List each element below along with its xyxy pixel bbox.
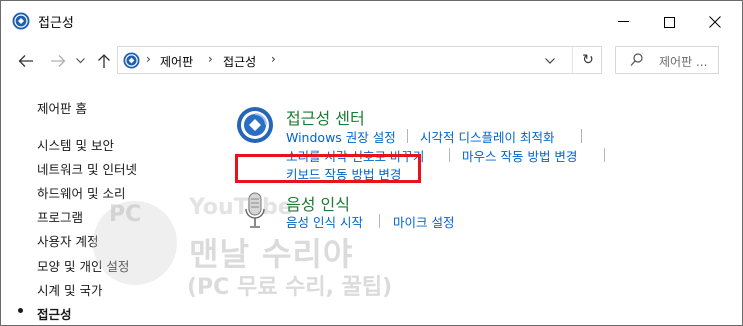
link-optimize-display[interactable]: 시각적 디스플레이 최적화 [420,127,554,146]
sidebar-item-network-internet[interactable]: 네트워크 및 인터넷 [37,159,137,178]
up-arrow-icon [98,54,110,68]
link-separator [581,129,582,143]
sidebar: 제어판 홈 시스템 및 보안 네트워크 및 인터넷 하드웨어 및 소리 프로그램… [1,81,221,325]
link-separator [604,148,605,162]
up-button[interactable] [93,51,115,71]
link-windows-recommended[interactable]: Windows 권장 설정 [286,127,396,146]
close-icon [709,16,721,28]
chevron-down-icon [545,58,555,64]
divider [572,47,573,73]
ease-of-access-center-icon[interactable] [235,105,275,145]
recent-locations-button[interactable] [73,51,87,71]
close-button[interactable] [692,5,738,39]
address-bar[interactable]: › 제어판 › 접근성 › ↻ [117,46,602,74]
control-panel-icon [123,52,140,69]
breadcrumb-control-panel[interactable]: 제어판 [160,53,193,70]
forward-arrow-icon [51,55,66,67]
sidebar-home-link[interactable]: 제어판 홈 [37,98,87,117]
link-start-speech-recognition[interactable]: 음성 인식 시작 [286,212,363,231]
refresh-button[interactable]: ↻ [578,51,598,69]
link-change-mouse[interactable]: 마우스 작동 방법 변경 [462,146,577,165]
maximize-button[interactable] [646,5,692,39]
forward-button[interactable] [47,51,69,71]
minimize-icon [617,21,629,22]
link-separator [379,214,380,228]
search-icon [630,53,643,66]
back-button[interactable] [15,51,37,71]
link-separator [407,129,408,143]
accessibility-app-icon [12,12,30,30]
link-separator [449,148,450,162]
window-title: 접근성 [38,16,74,31]
chevron-down-icon [75,58,85,64]
highlight-annotation-box [235,154,421,183]
current-item-bullet [18,308,23,313]
search-box[interactable]: 제어판 ... [615,46,719,74]
back-arrow-icon [18,55,33,67]
breadcrumb-accessibility[interactable]: 접근성 [223,53,256,70]
sidebar-item-clock-region[interactable]: 시계 및 국가 [37,280,102,299]
sidebar-item-hardware-sound[interactable]: 하드웨어 및 소리 [37,183,125,202]
chevron-right-icon[interactable]: › [208,52,213,66]
maximize-icon [663,16,675,28]
chevron-right-icon[interactable]: › [146,52,151,66]
sidebar-item-user-accounts[interactable]: 사용자 계정 [37,231,98,250]
minimize-button[interactable] [600,5,646,39]
sidebar-item-system-security[interactable]: 시스템 및 보안 [37,135,114,154]
address-history-button[interactable] [541,53,559,69]
search-placeholder: 제어판 ... [659,55,708,69]
control-panel-window: 접근성 › 제어판 › 접근성 › ↻ 제어판 ... 제어판 홈 시스템 및 … [0,0,743,326]
category-title[interactable]: 접근성 센터 [286,105,365,129]
microphone-icon[interactable] [243,191,267,231]
sidebar-item-programs[interactable]: 프로그램 [37,207,83,226]
refresh-icon: ↻ [582,52,594,68]
chevron-right-icon[interactable]: › [271,52,276,66]
sidebar-item-accessibility: 접근성 [37,307,72,322]
link-microphone-setup[interactable]: 마이크 설정 [393,212,454,231]
title-bar: 접근성 [1,1,742,41]
navigation-bar: › 제어판 › 접근성 › ↻ 제어판 ... [1,41,742,81]
watermark-logo [93,201,177,285]
